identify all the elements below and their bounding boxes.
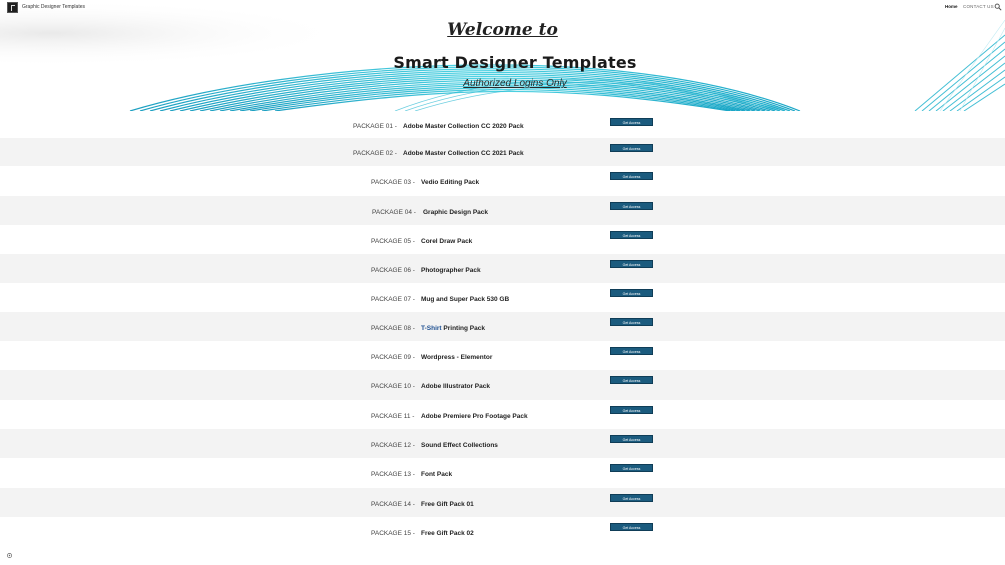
package-number: PACKAGE 06 - (371, 267, 415, 274)
get-access-button[interactable]: Get Access (610, 406, 653, 414)
package-row: PACKAGE 05 - Corel Draw Pack Get Access (0, 225, 1005, 254)
package-number: PACKAGE 11 - (371, 413, 415, 420)
package-number: PACKAGE 03 - (371, 179, 415, 186)
package-name: Font Pack (421, 471, 453, 478)
package-number: PACKAGE 09 - (371, 354, 415, 361)
package-name: Free Gift Pack 02 (421, 530, 474, 537)
get-access-button[interactable]: Get Access (610, 202, 653, 210)
get-access-button[interactable]: Get Access (610, 347, 653, 355)
hero-banner: Welcome to Smart Designer Templates Auth… (0, 0, 1005, 111)
brand-title: Smart Designer Templates (393, 53, 637, 72)
package-name: Adobe Premiere Pro Footage Pack (421, 413, 528, 420)
nav-contact-link[interactable]: CONTACT US (963, 4, 994, 9)
package-row: PACKAGE 07 - Mug and Super Pack 530 GB Get… (0, 283, 1005, 312)
package-name: Adobe Illustrator Pack (421, 383, 490, 390)
package-row: PACKAGE 04 - Graphic Design Pack Get Acces… (0, 196, 1005, 225)
get-access-button[interactable]: Get Access (610, 318, 653, 326)
get-access-button[interactable]: Get Access (610, 494, 653, 502)
get-access-button[interactable]: Get Access (610, 118, 653, 126)
package-row: PACKAGE 03 - Vedio Editing Pack Get Access (0, 166, 1005, 196)
package-row: PACKAGE 01 - Adobe Master Collection CC 2… (0, 111, 1005, 138)
package-row: PACKAGE 14 - Free Gift Pack 01 Get Access (0, 488, 1005, 517)
package-row: PACKAGE 12 - Sound Effect Collections Get … (0, 429, 1005, 458)
get-access-button[interactable]: Get Access (610, 289, 653, 297)
package-row: PACKAGE 11 - Adobe Premiere Pro Footage P… (0, 400, 1005, 429)
package-name: Corel Draw Pack (421, 238, 473, 245)
get-access-button[interactable]: Get Access (610, 523, 653, 531)
site-logo[interactable] (7, 2, 18, 13)
site-title[interactable]: Graphic Designer Templates (22, 4, 85, 10)
package-name: Free Gift Pack 01 (421, 501, 474, 508)
package-number: PACKAGE 14 - (371, 501, 415, 508)
package-name: Vedio Editing Pack (421, 179, 480, 186)
package-list: PACKAGE 01 - Adobe Master Collection CC 2… (0, 111, 1005, 547)
package-number: PACKAGE 12 - (371, 442, 415, 449)
package-name: Wordpress - Elementor (421, 354, 493, 361)
package-name: Adobe Master Collection CC 2021 Pack (403, 150, 524, 157)
get-access-button[interactable]: Get Access (610, 144, 653, 152)
top-bar: Graphic Designer Templates Home CONTACT … (0, 0, 1005, 14)
welcome-heading: Welcome to (447, 20, 558, 40)
package-name-link[interactable]: T-Shirt (421, 325, 442, 332)
package-name: T-Shirt Printing Pack (421, 325, 485, 332)
package-name: Sound Effect Collections (421, 442, 498, 449)
package-name: Adobe Master Collection CC 2020 Pack (403, 123, 524, 130)
get-access-button[interactable]: Get Access (610, 231, 653, 239)
package-row: PACKAGE 02 - Adobe Master Collection CC 2… (0, 138, 1005, 166)
gear-icon[interactable] (6, 552, 13, 559)
package-number: PACKAGE 08 - (371, 325, 415, 332)
package-row: PACKAGE 06 - Photographer Pack Get Access (0, 254, 1005, 283)
package-number: PACKAGE 13 - (371, 471, 415, 478)
package-number: PACKAGE 02 - (353, 150, 397, 157)
get-access-button[interactable]: Get Access (610, 464, 653, 472)
get-access-button[interactable]: Get Access (610, 435, 653, 443)
package-row: PACKAGE 13 - Font Pack Get Access (0, 458, 1005, 488)
package-name: Photographer Pack (421, 267, 481, 274)
tagline: Authorized Logins Only (463, 78, 567, 89)
search-icon[interactable] (994, 3, 1002, 11)
package-row: PACKAGE 15 - Free Gift Pack 02 Get Access (0, 517, 1005, 547)
package-name: Mug and Super Pack 530 GB (421, 296, 510, 303)
get-access-button[interactable]: Get Access (610, 260, 653, 268)
get-access-button[interactable]: Get Access (610, 172, 653, 180)
package-number: PACKAGE 07 - (371, 296, 415, 303)
package-name-rest: Printing Pack (441, 325, 485, 332)
package-name: Graphic Design Pack (423, 209, 489, 216)
package-row: PACKAGE 09 - Wordpress - Elementor Get Acc… (0, 341, 1005, 370)
package-row: PACKAGE 08 - T-Shirt Printing Pack Get Acc… (0, 312, 1005, 341)
package-number: PACKAGE 05 - (371, 238, 415, 245)
package-number: PACKAGE 10 - (371, 383, 415, 390)
package-row: PACKAGE 10 - Adobe Illustrator Pack Get Ac… (0, 370, 1005, 400)
package-number: PACKAGE 15 - (371, 530, 415, 537)
get-access-button[interactable]: Get Access (610, 376, 653, 384)
nav-home-link[interactable]: Home (945, 4, 958, 9)
package-number: PACKAGE 01 - (353, 123, 397, 130)
package-number: PACKAGE 04 - (372, 209, 416, 216)
